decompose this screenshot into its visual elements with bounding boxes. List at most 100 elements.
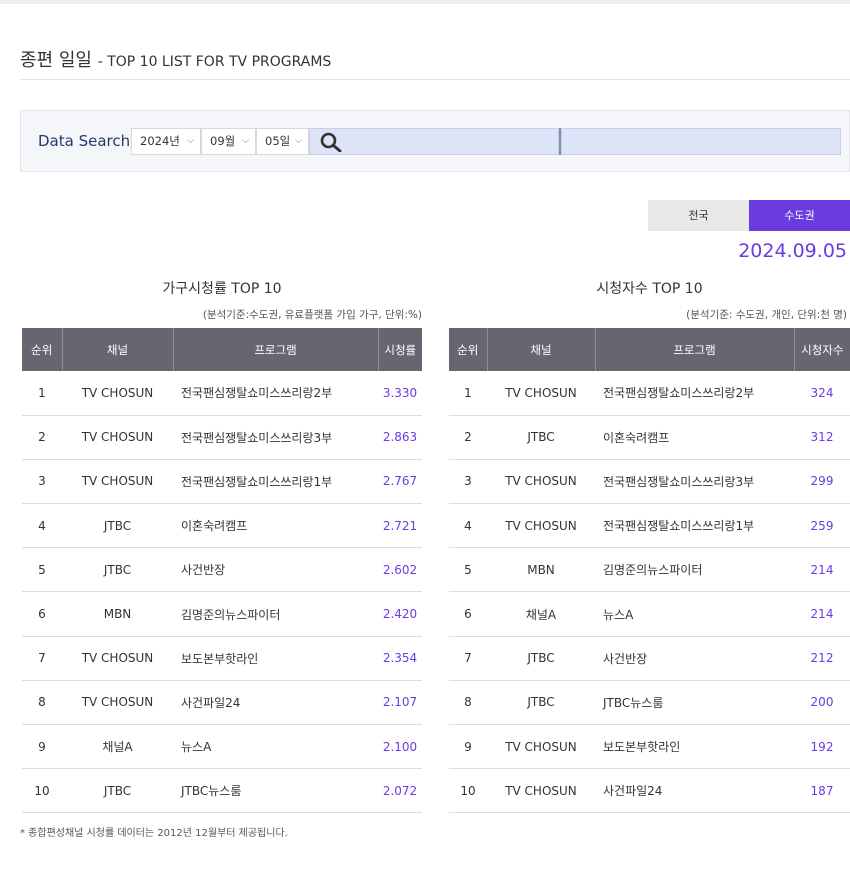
program: 보도본부핫라인 [595, 724, 794, 770]
table-row: 6 MBN 김명준의뉴스파이터 2.420 [22, 591, 422, 637]
rank: 1 [449, 371, 487, 416]
table-row: 1 TV CHOSUN 전국팬심쟁탈쇼미스쓰리랑2부 324 [449, 371, 850, 416]
col-viewers: 시청자수 [794, 328, 850, 371]
program: 전국팬심쟁탈쇼미스쓰리랑2부 [595, 371, 794, 416]
search-icon [320, 132, 342, 152]
rank: 4 [22, 503, 62, 549]
search-panel: Data Search 2024년 ⌵ 09월 ⌵ 05일 ⌵ [20, 110, 850, 172]
channel: MBN [487, 547, 595, 593]
search-field-extension[interactable] [561, 128, 841, 155]
rank: 8 [449, 680, 487, 726]
rank: 10 [449, 768, 487, 814]
channel: JTBC [487, 636, 595, 681]
channel: 채널A [487, 591, 595, 637]
col-program: 프로그램 [173, 328, 379, 371]
day-select[interactable]: 05일 ⌵ [256, 128, 309, 155]
table-row: 5 MBN 김명준의뉴스파이터 214 [449, 547, 850, 593]
channel: JTBC [62, 768, 173, 814]
table-row: 4 JTBC 이혼숙려캠프 2.721 [22, 503, 422, 549]
report-date: 2024.09.05 [738, 240, 847, 262]
rating: 2.767 [378, 459, 422, 505]
rating: 2.420 [378, 591, 422, 637]
rank: 2 [22, 415, 62, 460]
household-note: (분석기준:수도권, 유료플랫폼 가입 가구, 단위:%) [202, 309, 422, 321]
rating: 3.330 [378, 371, 422, 416]
household-title: 가구시청률 TOP 10 [162, 281, 282, 297]
col-channel: 채널 [62, 328, 174, 371]
viewer-count: 324 [794, 371, 850, 416]
program: JTBC뉴스룸 [595, 680, 794, 726]
col-rank: 순위 [449, 328, 488, 371]
channel: TV CHOSUN [62, 415, 173, 460]
day-select-value: 05일 [265, 134, 291, 148]
program: 사건반장 [595, 636, 794, 681]
rank: 9 [22, 724, 62, 770]
program: 이혼숙려캠프 [595, 415, 794, 460]
year-select[interactable]: 2024년 ⌵ [131, 128, 201, 155]
rank: 4 [449, 503, 487, 549]
program: 사건파일24 [173, 680, 378, 726]
program: 뉴스A [173, 724, 378, 770]
region-tabs: 전국 수도권 [648, 200, 850, 231]
chevron-down-icon: ⌵ [187, 136, 194, 146]
channel: JTBC [487, 415, 595, 460]
title-divider [20, 79, 850, 80]
channel: TV CHOSUN [487, 371, 595, 416]
rating: 2.863 [378, 415, 422, 460]
viewer-count: 200 [794, 680, 850, 726]
rank: 9 [449, 724, 487, 770]
table-row: 4 TV CHOSUN 전국팬심쟁탈쇼미스쓰리랑1부 259 [449, 503, 850, 549]
program: 전국팬심쟁탈쇼미스쓰리랑1부 [173, 459, 378, 505]
program: 사건반장 [173, 547, 378, 593]
table-row: 10 JTBC JTBC뉴스룸 2.072 [22, 768, 422, 814]
channel: TV CHOSUN [487, 768, 595, 814]
table-row: 10 TV CHOSUN 사건파일24 187 [449, 768, 850, 814]
table-row: 9 채널A 뉴스A 2.100 [22, 724, 422, 770]
rank: 10 [22, 768, 62, 814]
channel: TV CHOSUN [62, 680, 173, 726]
program: 뉴스A [595, 591, 794, 637]
table-header-row: 순위 채널 프로그램 시청률 [22, 328, 422, 371]
program: 김명준의뉴스파이터 [173, 591, 378, 637]
table-row: 7 JTBC 사건반장 212 [449, 636, 850, 681]
program: 김명준의뉴스파이터 [595, 547, 794, 593]
rank: 6 [22, 591, 62, 637]
table-row: 2 TV CHOSUN 전국팬심쟁탈쇼미스쓰리랑3부 2.863 [22, 415, 422, 460]
program: 이혼숙려캠프 [173, 503, 378, 549]
search-button[interactable] [309, 128, 559, 155]
chevron-down-icon: ⌵ [295, 136, 302, 146]
channel: TV CHOSUN [62, 636, 173, 681]
tab-capital-area[interactable]: 수도권 [749, 200, 850, 231]
viewer-count: 214 [794, 547, 850, 593]
rating: 2.721 [378, 503, 422, 549]
viewer-count: 299 [794, 459, 850, 505]
rank: 2 [449, 415, 487, 460]
program: 사건파일24 [595, 768, 794, 814]
rating: 2.100 [378, 724, 422, 770]
table-header-row: 순위 채널 프로그램 시청자수 [449, 328, 850, 371]
table-row: 8 TV CHOSUN 사건파일24 2.107 [22, 680, 422, 726]
table-row: 8 JTBC JTBC뉴스룸 200 [449, 680, 850, 726]
rank: 1 [22, 371, 62, 416]
month-select[interactable]: 09월 ⌵ [201, 128, 256, 155]
program: 보도본부핫라인 [173, 636, 378, 681]
channel: TV CHOSUN [62, 371, 173, 416]
viewer-count: 187 [794, 768, 850, 814]
page-title-ko: 종편 일일 [20, 50, 92, 71]
program: 전국팬심쟁탈쇼미스쓰리랑2부 [173, 371, 378, 416]
page-title: 종편 일일 - TOP 10 LIST FOR TV PROGRAMS [20, 46, 331, 72]
rank: 8 [22, 680, 62, 726]
table-row: 1 TV CHOSUN 전국팬심쟁탈쇼미스쓰리랑2부 3.330 [22, 371, 422, 416]
channel: TV CHOSUN [487, 459, 595, 505]
search-label: Data Search [38, 132, 131, 150]
viewer-count: 312 [794, 415, 850, 460]
rating: 2.072 [378, 768, 422, 814]
table-row: 9 TV CHOSUN 보도본부핫라인 192 [449, 724, 850, 770]
viewers-table: 순위 채널 프로그램 시청자수 1 TV CHOSUN 전국팬심쟁탈쇼미스쓰리랑2부… [449, 328, 850, 814]
viewer-count: 212 [794, 636, 850, 681]
program: 전국팬심쟁탈쇼미스쓰리랑3부 [173, 415, 378, 460]
program: JTBC뉴스룸 [173, 768, 378, 814]
month-select-value: 09월 [210, 134, 236, 148]
program: 전국팬심쟁탈쇼미스쓰리랑1부 [595, 503, 794, 549]
tab-nationwide[interactable]: 전국 [648, 200, 749, 231]
